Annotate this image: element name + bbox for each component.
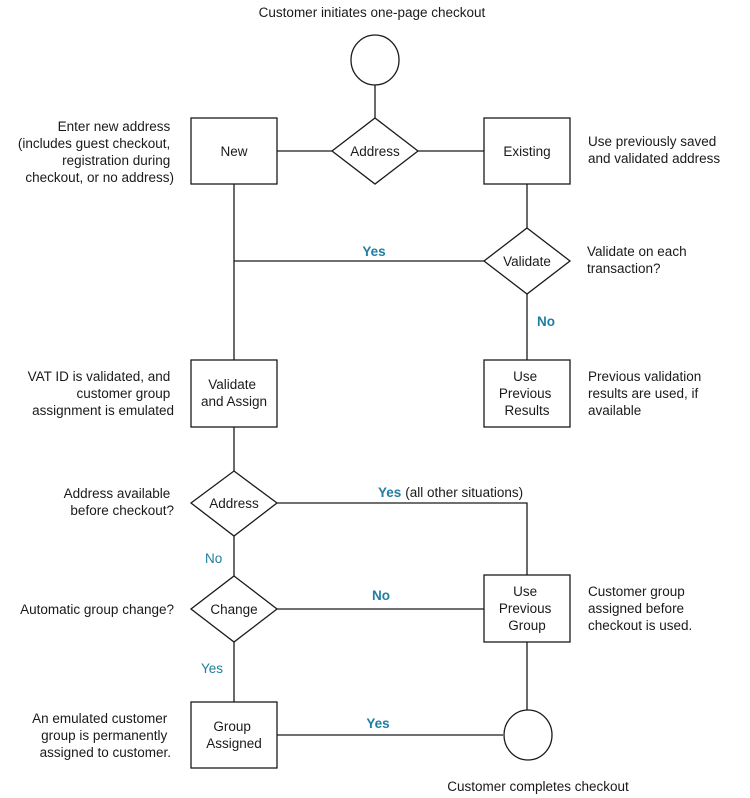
address-available-yes-label: Yes (all other situations): [378, 485, 523, 500]
existing-annotation: Use previously saved and validated addre…: [588, 134, 720, 166]
edge-address2-yes: [277, 502, 528, 575]
new-annotation: Enter new address (includes guest checko…: [18, 119, 174, 185]
connectors: [233, 85, 528, 736]
validate-decision-label: Validate: [503, 254, 551, 269]
change-decision-label: Change: [210, 602, 257, 617]
use-previous-group-annotation: Customer group assigned before checkout …: [588, 584, 692, 633]
group-assigned-node[interactable]: [190, 701, 278, 769]
address-decision-label: Address: [350, 144, 400, 159]
end-caption: Customer completes checkout: [447, 779, 629, 794]
change-yes-label: Yes: [201, 661, 223, 676]
validate-annotation: Validate on each transaction?: [587, 244, 690, 276]
change-annotation: Automatic group change?: [20, 602, 174, 617]
flowchart: Customer initiates one-page checkout Add…: [18, 5, 720, 794]
validate-no-label: No: [537, 314, 555, 329]
existing-node-label: Existing: [503, 144, 550, 159]
validate-yes-label: Yes: [362, 244, 385, 259]
end-node[interactable]: [503, 709, 553, 761]
address-available-annotation: Address available before checkout?: [64, 486, 174, 518]
new-node-label: New: [220, 144, 247, 159]
start-node[interactable]: [350, 34, 400, 86]
group-assigned-yes-label: Yes: [366, 716, 389, 731]
use-previous-results-annotation: Previous validation results are used, if…: [588, 369, 705, 418]
start-caption: Customer initiates one-page checkout: [259, 5, 486, 20]
group-assigned-annotation: An emulated customer group is permanentl…: [32, 711, 171, 760]
validate-assign-annotation: VAT ID is validated, and customer group …: [28, 369, 174, 418]
address-available-decision-label: Address: [209, 496, 259, 511]
address-available-no-label: No: [205, 551, 222, 566]
change-no-label: No: [372, 588, 390, 603]
